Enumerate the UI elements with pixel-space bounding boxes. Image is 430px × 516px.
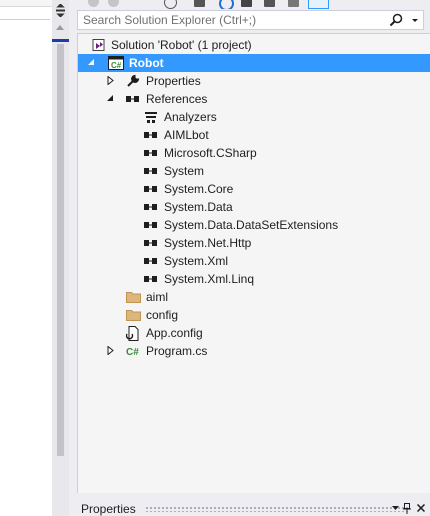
tree-item-label: config xyxy=(146,308,179,322)
splitter[interactable] xyxy=(69,0,76,516)
search-icon[interactable] xyxy=(389,13,403,27)
assembly-reference-icon xyxy=(143,127,159,143)
folder-icon xyxy=(125,307,141,323)
tree-item-label: System.Xml.Linq xyxy=(164,272,255,286)
tree-item-reference[interactable]: System.Data.DataSetExtensions xyxy=(78,216,430,234)
config-file-icon xyxy=(125,325,141,341)
tree-item-label: Microsoft.CSharp xyxy=(164,146,257,160)
assembly-reference-icon xyxy=(143,217,159,233)
collapse-arrow-icon[interactable] xyxy=(87,58,96,67)
pin-icon[interactable] xyxy=(401,502,413,514)
tree-item-folder-config[interactable]: config xyxy=(78,306,430,324)
refresh-icon[interactable] xyxy=(288,0,299,7)
collapse-all-icon[interactable] xyxy=(241,0,252,7)
tree-item-label: Solution 'Robot' (1 project) xyxy=(111,38,252,52)
analyzers-icon xyxy=(143,109,159,125)
csharp-project-icon: C# xyxy=(108,55,124,71)
back-icon[interactable] xyxy=(88,0,99,7)
assembly-reference-icon xyxy=(143,163,159,179)
history-icon[interactable] xyxy=(164,0,177,9)
tree-item-label: System.Data xyxy=(164,200,233,214)
expand-arrow-icon[interactable] xyxy=(106,76,115,85)
tree-item-label: App.config xyxy=(146,326,203,340)
assembly-reference-icon xyxy=(143,181,159,197)
tree-item-properties[interactable]: Properties xyxy=(78,72,430,90)
properties-panel-title: Properties xyxy=(81,502,136,516)
tree-item-solution[interactable]: Solution 'Robot' (1 project) xyxy=(78,36,430,54)
assembly-reference-icon xyxy=(143,235,159,251)
folder-icon xyxy=(125,289,141,305)
sync-icon[interactable] xyxy=(219,0,234,9)
assembly-reference-icon xyxy=(143,145,159,161)
properties-panel-header[interactable]: Properties xyxy=(77,501,430,516)
expand-arrow-icon[interactable] xyxy=(106,346,115,355)
tree-item-label: System.Core xyxy=(164,182,234,196)
assembly-reference-icon xyxy=(143,253,159,269)
csharp-file-icon: C# xyxy=(125,343,141,359)
tree-item-label: Program.cs xyxy=(146,344,208,358)
show-all-files-icon[interactable] xyxy=(264,0,275,7)
tree-item-label: System.Data.DataSetExtensions xyxy=(164,218,339,232)
tree-item-references[interactable]: References xyxy=(78,90,430,108)
editor-vertical-scrollbar[interactable] xyxy=(52,0,69,516)
collapse-arrow-icon[interactable] xyxy=(106,94,115,103)
forward-icon[interactable] xyxy=(108,0,119,7)
solution-explorer-toolbar xyxy=(76,0,430,9)
svg-text:C#: C# xyxy=(126,347,139,357)
tree-item-reference[interactable]: System.Xml.Linq xyxy=(78,270,430,288)
close-icon[interactable] xyxy=(415,502,427,514)
drag-grip[interactable] xyxy=(145,506,409,512)
tree-item-label: Robot xyxy=(129,56,164,70)
tree-item-label: Analyzers xyxy=(164,110,217,124)
wrench-icon xyxy=(125,73,141,89)
tree-item-label: AIMLbot xyxy=(164,128,209,142)
split-window-icon[interactable] xyxy=(53,3,68,18)
solution-icon xyxy=(91,37,107,53)
tree-item-app-config[interactable]: App.config xyxy=(78,324,430,342)
svg-text:C#: C# xyxy=(111,61,122,70)
window-position-dropdown-icon[interactable] xyxy=(389,502,401,514)
scroll-position-marker xyxy=(52,39,69,42)
code-editor-area[interactable] xyxy=(0,0,52,516)
tree-item-label: Properties xyxy=(146,74,201,88)
solution-tree[interactable]: Solution 'Robot' (1 project) C# Robot Pr… xyxy=(77,33,430,493)
tree-item-project[interactable]: C# Robot xyxy=(78,54,430,72)
tree-item-folder-aiml[interactable]: aiml xyxy=(78,288,430,306)
scroll-up-arrow-icon[interactable] xyxy=(56,25,64,30)
tree-item-label: References xyxy=(146,92,208,106)
scroll-thumb[interactable] xyxy=(57,44,64,456)
tree-item-reference[interactable]: Microsoft.CSharp xyxy=(78,144,430,162)
tree-item-label: System xyxy=(164,164,205,178)
tree-item-reference[interactable]: System xyxy=(78,162,430,180)
search-input[interactable] xyxy=(78,11,393,29)
pending-changes-icon[interactable] xyxy=(194,0,205,7)
tree-item-program-cs[interactable]: C# Program.cs xyxy=(78,342,430,360)
references-icon xyxy=(125,91,141,107)
tree-item-reference[interactable]: Analyzers xyxy=(78,108,430,126)
assembly-reference-icon xyxy=(143,199,159,215)
tree-item-reference[interactable]: System.Data xyxy=(78,198,430,216)
search-box[interactable] xyxy=(77,10,424,30)
tree-item-label: System.Xml xyxy=(164,254,229,268)
tree-item-label: aiml xyxy=(146,290,169,304)
tree-item-reference[interactable]: System.Core xyxy=(78,180,430,198)
preview-selected-items-icon[interactable] xyxy=(308,0,329,9)
tree-item-label: System.Net.Http xyxy=(164,236,252,250)
tree-item-reference[interactable]: System.Xml xyxy=(78,252,430,270)
assembly-reference-icon xyxy=(143,271,159,287)
tree-item-reference[interactable]: System.Net.Http xyxy=(78,234,430,252)
search-options-dropdown-icon[interactable] xyxy=(412,19,418,22)
tree-item-reference[interactable]: AIMLbot xyxy=(78,126,430,144)
editor-line[interactable] xyxy=(0,6,50,20)
